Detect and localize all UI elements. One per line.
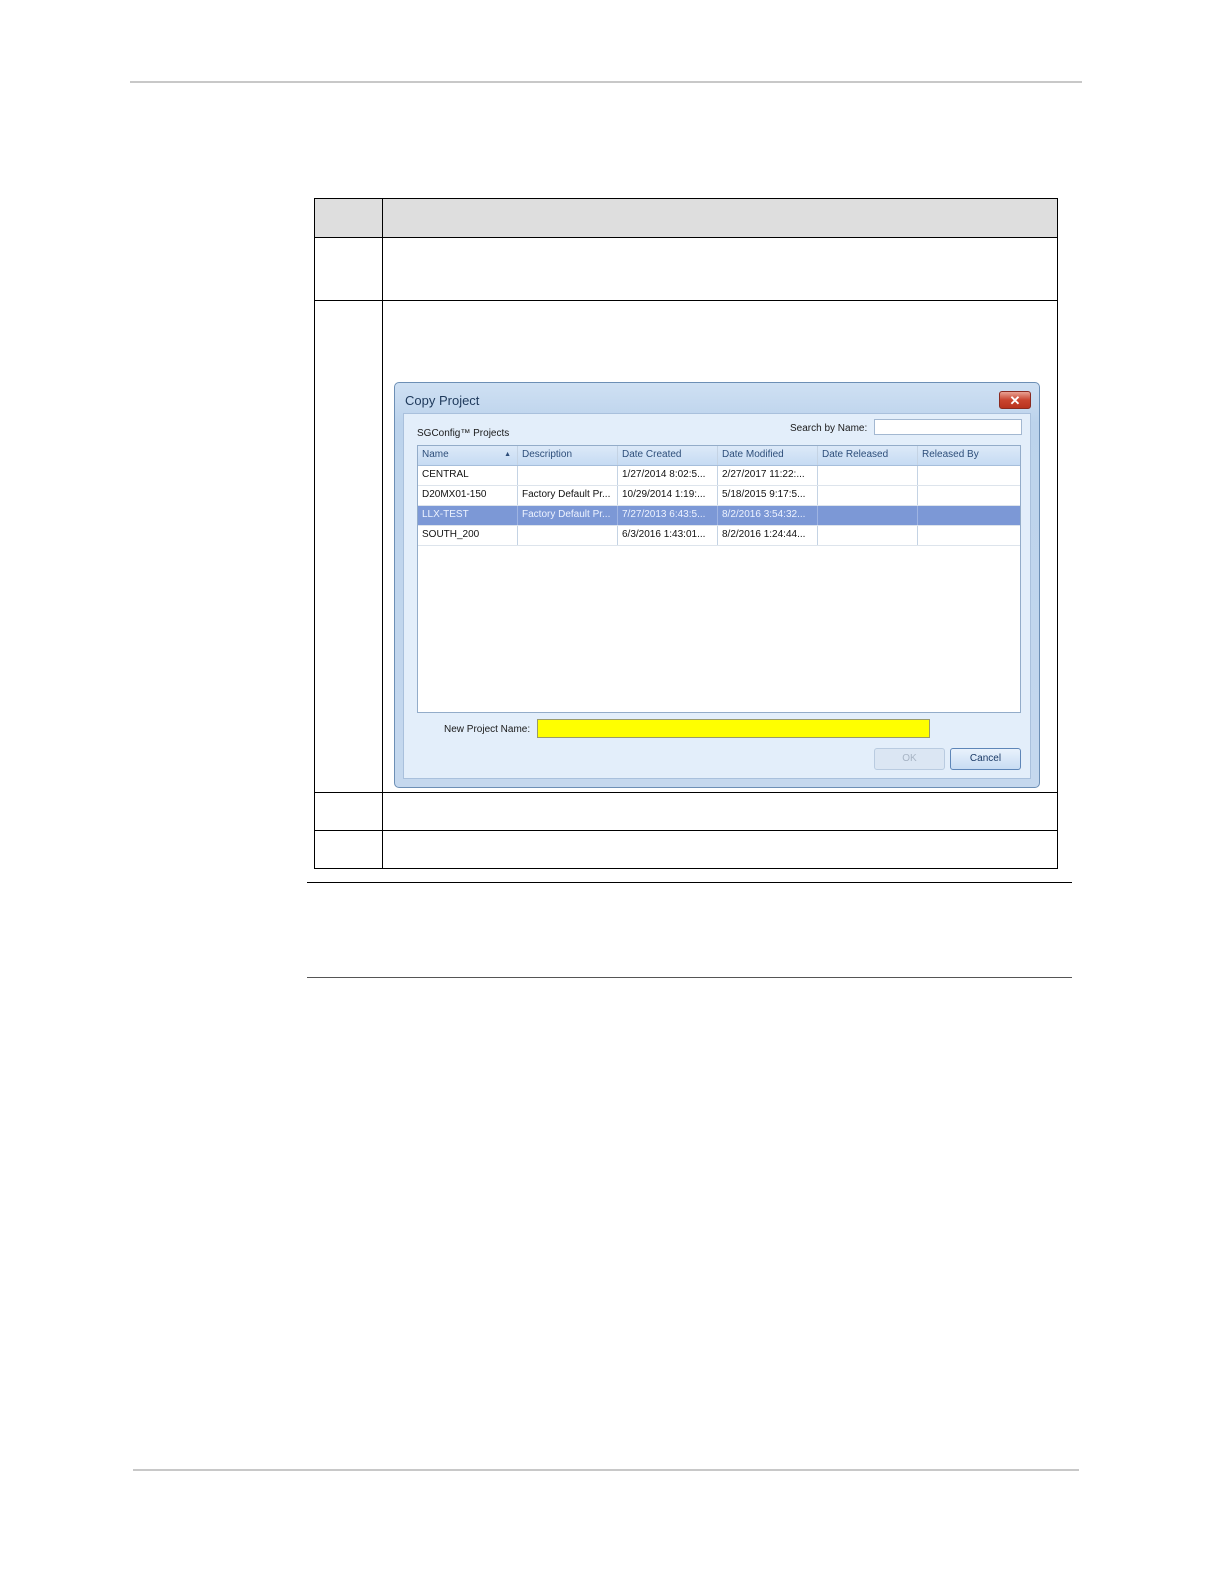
footer-rule	[133, 1469, 1079, 1471]
note-rule-bottom	[307, 977, 1072, 978]
table-row[interactable]: D20MX01-150 Factory Default Pr... 10/29/…	[418, 486, 1020, 506]
column-header-released-by[interactable]: Released By	[918, 446, 1018, 465]
close-button[interactable]: ✕	[999, 391, 1031, 409]
cell-name: SOUTH_200	[418, 526, 518, 545]
table-row-divider	[315, 792, 1057, 793]
close-icon: ✕	[1009, 393, 1021, 408]
cell-released-by	[918, 486, 1018, 505]
new-project-name-input[interactable]	[537, 719, 930, 738]
cell-description: Factory Default Pr...	[518, 486, 618, 505]
table-row[interactable]: CENTRAL 1/27/2014 8:02:5... 2/27/2017 11…	[418, 466, 1020, 486]
cell-date-modified: 8/2/2016 1:24:44...	[718, 526, 818, 545]
search-input[interactable]	[874, 419, 1022, 435]
cell-date-modified: 5/18/2015 9:17:5...	[718, 486, 818, 505]
cell-date-created: 1/27/2014 8:02:5...	[618, 466, 718, 485]
dialog-body: SGConfig™ Projects Search by Name: Name …	[403, 413, 1031, 779]
table-row[interactable]: SOUTH_200 6/3/2016 1:43:01... 8/2/2016 1…	[418, 526, 1020, 546]
new-project-name-label: New Project Name:	[444, 724, 531, 735]
cell-date-created: 10/29/2014 1:19:...	[618, 486, 718, 505]
column-header-description[interactable]: Description	[518, 446, 618, 465]
note-rule-top	[307, 882, 1072, 883]
cell-description	[518, 466, 618, 485]
cell-released-by	[918, 526, 1018, 545]
header-rule	[130, 81, 1082, 83]
cell-date-modified: 8/2/2016 3:54:32...	[718, 506, 818, 525]
cell-released-by	[918, 466, 1018, 485]
cell-date-released	[818, 526, 918, 545]
table-row-divider	[315, 300, 1057, 301]
table-row-divider	[315, 830, 1057, 831]
cancel-button[interactable]: Cancel	[950, 748, 1021, 770]
cell-date-released	[818, 486, 918, 505]
table-row-selected[interactable]: LLX-TEST Factory Default Pr... 7/27/2013…	[418, 506, 1020, 526]
cell-date-modified: 2/27/2017 11:22:...	[718, 466, 818, 485]
cell-date-released	[818, 466, 918, 485]
projects-grid: Name ▲ Description Date Created Date Mod…	[417, 445, 1021, 713]
cell-name: LLX-TEST	[418, 506, 518, 525]
sort-ascending-icon: ▲	[504, 451, 511, 458]
column-header-date-created[interactable]: Date Created	[618, 446, 718, 465]
ok-button[interactable]: OK	[874, 748, 945, 770]
cell-date-released	[818, 506, 918, 525]
copy-project-dialog: Copy Project ✕ SGConfig™ Projects Search…	[394, 382, 1040, 788]
cell-name: CENTRAL	[418, 466, 518, 485]
cell-released-by	[918, 506, 1018, 525]
column-header-date-modified[interactable]: Date Modified	[718, 446, 818, 465]
cell-date-created: 7/27/2013 6:43:5...	[618, 506, 718, 525]
procedure-table: Copy Project ✕ SGConfig™ Projects Search…	[314, 198, 1058, 869]
column-header-date-released[interactable]: Date Released	[818, 446, 918, 465]
dialog-title: Copy Project	[405, 393, 480, 408]
cell-description: Factory Default Pr...	[518, 506, 618, 525]
cell-date-created: 6/3/2016 1:43:01...	[618, 526, 718, 545]
grid-header: Name ▲ Description Date Created Date Mod…	[418, 446, 1020, 466]
cell-description	[518, 526, 618, 545]
cell-name: D20MX01-150	[418, 486, 518, 505]
projects-label: SGConfig™ Projects	[417, 428, 510, 439]
column-header-name[interactable]: Name ▲	[418, 446, 518, 465]
procedure-table-header	[315, 199, 1057, 238]
search-label: Search by Name:	[790, 423, 868, 434]
